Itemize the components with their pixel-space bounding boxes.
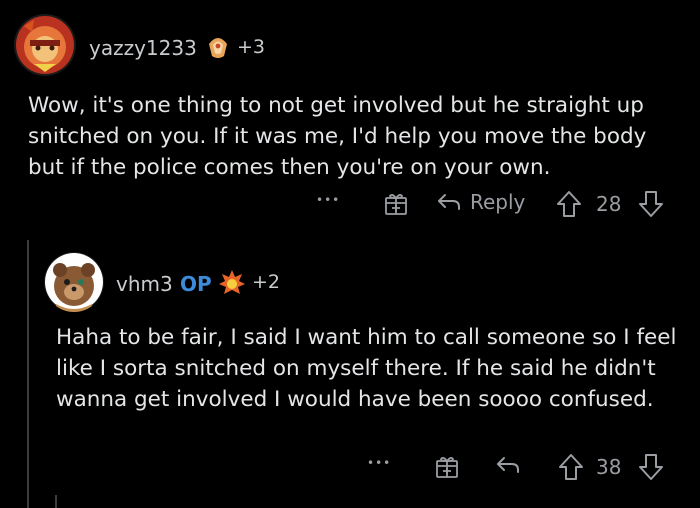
username[interactable]: vhm3: [116, 272, 173, 296]
award-icon: [205, 34, 231, 60]
username[interactable]: yazzy1233: [89, 36, 197, 60]
award-icon: [218, 268, 246, 296]
downvote-button[interactable]: [638, 190, 664, 218]
upvote-icon: [556, 190, 582, 218]
reply-icon: [495, 453, 521, 477]
thread-line-nested[interactable]: [55, 495, 57, 508]
downvote-button[interactable]: [638, 453, 664, 481]
more-options-button[interactable]: •••: [316, 193, 340, 207]
award-count: +2: [252, 271, 281, 293]
comment-body: Haha to be fair, I said I want him to ca…: [56, 325, 677, 412]
reply-label: Reply: [470, 190, 526, 214]
comment-body: Wow, it's one thing to not get involved …: [28, 93, 647, 180]
upvote-button[interactable]: [558, 453, 584, 481]
reply-button[interactable]: [495, 453, 521, 477]
avatar[interactable]: [44, 252, 104, 312]
downvote-icon: [638, 190, 664, 218]
award-count: +3: [237, 36, 266, 58]
vote-count: 28: [596, 192, 622, 216]
more-options-button[interactable]: •••: [367, 456, 391, 470]
downvote-icon: [638, 453, 664, 481]
avatar[interactable]: [14, 14, 76, 76]
award-button[interactable]: [435, 455, 459, 479]
upvote-icon: [558, 453, 584, 481]
op-badge: OP: [180, 272, 212, 296]
reply-icon: [436, 190, 462, 214]
award-button[interactable]: [384, 192, 408, 216]
reply-button[interactable]: Reply: [436, 190, 525, 214]
gift-icon: [384, 192, 408, 216]
thread-line[interactable]: [27, 240, 29, 508]
vote-count: 38: [596, 455, 622, 479]
upvote-button[interactable]: [556, 190, 582, 218]
gift-icon: [435, 455, 459, 479]
